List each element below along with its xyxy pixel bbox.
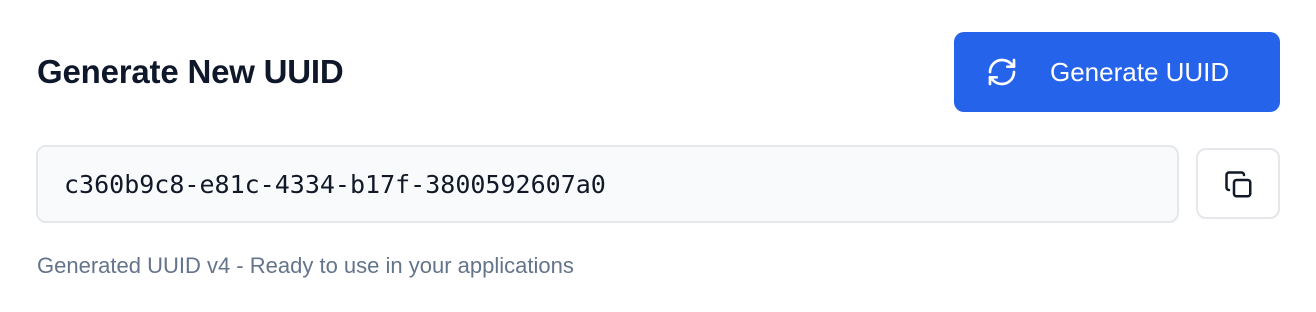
generate-uuid-label: Generate UUID: [1050, 57, 1230, 87]
copy-uuid-button[interactable]: [1196, 148, 1280, 219]
uuid-caption: Generated UUID v4 - Ready to use in your…: [37, 253, 574, 278]
copy-icon: [1225, 171, 1252, 198]
uuid-generator-panel: Generate New UUID Generate UUID Generate…: [0, 0, 1316, 312]
generate-uuid-button[interactable]: Generate UUID: [954, 32, 1280, 112]
refresh-icon: [988, 58, 1016, 86]
uuid-output-field[interactable]: [36, 145, 1179, 223]
page-title: Generate New UUID: [37, 53, 344, 90]
